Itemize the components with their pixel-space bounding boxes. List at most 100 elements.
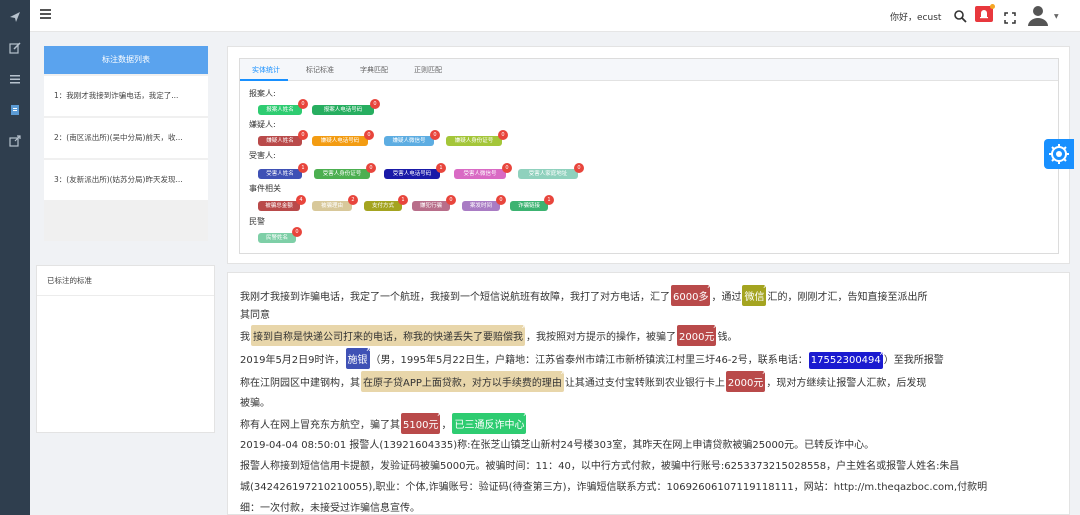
close-icon[interactable]: x xyxy=(523,410,527,418)
list-item[interactable]: 1：我刚才我接到诈骗电话，我定了... xyxy=(44,76,208,116)
text-line: 城(342426197210210055),职业：个体,诈骗账号：验证码(待查第… xyxy=(240,482,988,493)
top-bar: 你好，ecust ▼ xyxy=(30,0,1080,32)
entity-tag[interactable]: 报案人电话号码 0 xyxy=(312,99,380,115)
user-greeting: 你好，ecust xyxy=(890,13,942,23)
entity-tag[interactable]: 受害人微信号 0 xyxy=(454,163,512,179)
tab-dictionary-match[interactable]: 字典匹配 xyxy=(360,65,388,75)
annotation-text-panel[interactable]: 我刚才我接到诈骗电话，我定了一个航班，我接到一个短信说航班有故障，我打了对方电话… xyxy=(227,272,1070,515)
close-icon[interactable]: x xyxy=(707,282,711,290)
count-badge: 0 xyxy=(496,195,506,205)
settings-float-button[interactable] xyxy=(1044,139,1074,169)
close-icon[interactable]: x xyxy=(437,410,441,418)
count-badge: 0 xyxy=(574,163,584,173)
entity-highlight[interactable]: 5100元 x xyxy=(401,410,441,434)
tab-label-standard[interactable]: 标记标准 xyxy=(306,65,334,75)
entity-highlight[interactable]: 2000元 x xyxy=(725,368,766,392)
count-badge: 0 xyxy=(446,195,456,205)
close-icon[interactable]: x xyxy=(522,322,526,330)
entity-highlight[interactable]: 2000元 x xyxy=(677,322,717,346)
search-icon[interactable] xyxy=(953,8,967,23)
text-line: 细：一次付款，未接受过诈骗信息宣传。 xyxy=(240,503,420,514)
text-line: 2019年5月2日9时许， 施银 x （男，1995年5月22日生，户籍地：江苏省泰州… xyxy=(240,345,944,369)
entity-tag[interactable]: 受害人姓名 1 xyxy=(258,163,308,179)
close-icon[interactable]: x xyxy=(713,322,717,330)
entity-tag[interactable]: 受害人电话号码 1 xyxy=(384,163,446,179)
menu-toggle-icon[interactable] xyxy=(40,9,51,19)
stats-card: 实体统计 标记标准 字典匹配 正则匹配 报案人: 报案人姓名 0 报案人电话号码 0… xyxy=(239,58,1059,254)
entity-tag[interactable]: 被骗总金额 4 xyxy=(258,195,306,211)
list-icon[interactable] xyxy=(9,73,21,85)
tab-entity-stats[interactable]: 实体统计 xyxy=(252,65,280,75)
edit-icon[interactable] xyxy=(9,42,21,54)
entity-tag[interactable]: 受害人身份证号 0 xyxy=(314,163,376,179)
entity-tag[interactable]: 被骗理由 2 xyxy=(312,195,358,211)
notification-bell-icon[interactable] xyxy=(975,4,995,22)
entity-tag[interactable]: 民警姓名 0 xyxy=(258,227,302,243)
export-icon[interactable] xyxy=(9,135,21,147)
avatar[interactable] xyxy=(1026,3,1050,27)
entity-tag[interactable]: 嫌疑人身份证号 0 xyxy=(446,130,508,146)
text-line: 2019-04-04 08:50:01 报警人(13921604335)称:在张… xyxy=(240,440,875,451)
close-icon[interactable]: x xyxy=(762,368,766,376)
text-line: 被骗。 xyxy=(240,398,270,409)
section-reporter: 报案人: xyxy=(249,89,276,98)
section-victim: 受害人: xyxy=(249,151,276,160)
entity-tag[interactable]: 诈骗链接 1 xyxy=(510,195,554,211)
list-header: 标注数据列表 xyxy=(44,46,208,74)
entity-highlight[interactable]: 17552300494 x xyxy=(808,349,884,369)
section-event: 事件相关 xyxy=(249,184,281,193)
count-badge: 0 xyxy=(298,130,308,140)
entity-tag[interactable]: 嫌犯行骗 0 xyxy=(412,195,456,211)
document-icon[interactable] xyxy=(9,104,21,116)
close-icon[interactable]: x xyxy=(366,345,370,353)
count-badge: 0 xyxy=(502,163,512,173)
text-line: 我接到自称是快递公司打来的电话，称我的快递丢失了要赔偿我 x ，我按照对方提示的操作… xyxy=(240,322,737,346)
notification-dot xyxy=(990,4,995,9)
send-icon[interactable] xyxy=(9,11,21,23)
text-line: 我刚才我接到诈骗电话，我定了一个航班，我接到一个短信说航班有故障，我打了对方电话… xyxy=(240,282,927,306)
count-badge: 2 xyxy=(348,195,358,205)
labeled-standard-panel: 已标注的标准 xyxy=(36,265,215,433)
text-line: 称有人在网上冒充东方航空，骗了其 5100元 x，已三通反诈中心 x xyxy=(240,410,527,434)
list-item[interactable]: 2：(南区派出所)(吴中分局)前天，收... xyxy=(44,118,208,158)
entity-tag[interactable]: 支付方式 1 xyxy=(364,195,408,211)
tab-regex-match[interactable]: 正则匹配 xyxy=(414,65,442,75)
close-icon[interactable]: x xyxy=(763,282,767,290)
count-badge: 0 xyxy=(498,130,508,140)
panel-title: 已标注的标准 xyxy=(47,276,92,285)
entity-tag[interactable]: 受害人家庭地址 0 xyxy=(518,163,584,179)
text-line: 称在江阴园区中建钢构，其 在原子贷APP上面贷款，对方以手续费的理由 x 让其通过支付… xyxy=(240,368,926,392)
entity-tag[interactable]: 嫌疑人电话号码 0 xyxy=(312,130,374,146)
chevron-down-icon[interactable]: ▼ xyxy=(1054,13,1059,20)
gear-icon xyxy=(1049,144,1069,164)
fullscreen-icon[interactable] xyxy=(1004,9,1016,24)
entity-tag[interactable]: 嫌疑人姓名 0 xyxy=(258,130,308,146)
close-icon[interactable]: x xyxy=(880,349,884,357)
entity-stats-panel: 实体统计 标记标准 字典匹配 正则匹配 报案人: 报案人姓名 0 报案人电话号码 0… xyxy=(227,46,1070,264)
count-badge: 0 xyxy=(366,163,376,173)
entity-highlight[interactable]: 在原子贷APP上面贷款，对方以手续费的理由 x xyxy=(361,368,565,392)
list-item[interactable]: 3：(友新派出所)(姑苏分局)昨天发现... xyxy=(44,160,208,200)
count-badge: 0 xyxy=(298,99,308,109)
entity-highlight[interactable]: 已三通反诈中心 x xyxy=(452,410,527,434)
count-badge: 0 xyxy=(292,227,302,237)
active-tab-indicator xyxy=(240,79,288,81)
count-badge: 0 xyxy=(430,130,440,140)
close-icon[interactable]: x xyxy=(561,368,565,376)
entity-highlight[interactable]: 接到自称是快递公司打来的电话，称我的快递丢失了要赔偿我 x xyxy=(251,322,526,346)
entity-tag[interactable]: 嫌疑人微信号 0 xyxy=(384,130,440,146)
count-badge: 0 xyxy=(364,130,374,140)
entity-highlight[interactable]: 6000多 x xyxy=(671,282,711,306)
entity-tag[interactable]: 案发时间 0 xyxy=(462,195,506,211)
text-line: 报警人称接到短信信用卡提额，发验证码被骗5000元。被骗时间：11：40，以中行… xyxy=(240,461,960,472)
count-badge: 4 xyxy=(296,195,306,205)
annotation-data-list: 标注数据列表 1：我刚才我接到诈骗电话，我定了... 2：(南区派出所)(吴中分… xyxy=(44,46,208,241)
tab-bar: 实体统计 标记标准 字典匹配 正则匹配 xyxy=(240,59,1058,81)
entity-tag[interactable]: 报案人姓名 0 xyxy=(258,99,308,115)
section-suspect: 嫌疑人: xyxy=(249,120,276,129)
app-sidebar xyxy=(0,0,30,515)
count-badge: 1 xyxy=(436,163,446,173)
entity-highlight[interactable]: 施银 x xyxy=(345,345,371,369)
section-police: 民警 xyxy=(249,217,265,226)
entity-highlight[interactable]: 微信 x xyxy=(742,282,767,306)
